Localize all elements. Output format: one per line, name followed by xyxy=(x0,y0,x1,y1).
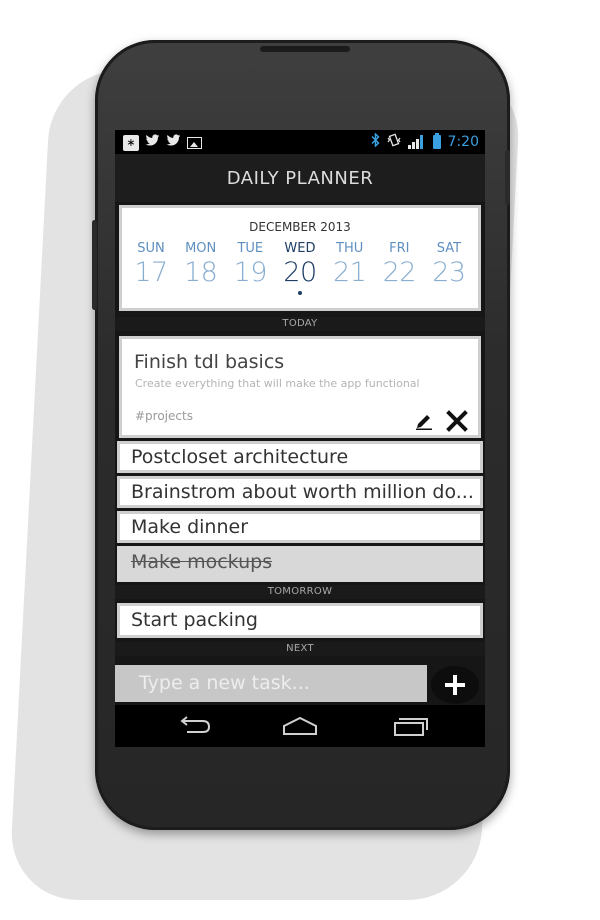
task-row[interactable]: Make dinner xyxy=(117,511,483,543)
expanded-task-card[interactable]: Finish tdl basics Create everything that… xyxy=(119,336,481,438)
bluetooth-icon xyxy=(371,132,380,151)
day-name: THU xyxy=(336,241,364,256)
battery-icon xyxy=(432,133,441,149)
day-name: WED xyxy=(284,241,316,256)
calendar-day-thu[interactable]: THU 21 xyxy=(326,241,374,295)
image-icon xyxy=(187,137,202,149)
day-date: 19 xyxy=(233,257,268,288)
section-today: TODAY xyxy=(115,317,485,331)
task-row-completed[interactable]: Make mockups xyxy=(117,546,483,582)
task-row[interactable]: Brainstrom about worth million do... xyxy=(117,476,483,508)
day-date: 18 xyxy=(183,257,218,288)
calendar-day-sat[interactable]: SAT 23 xyxy=(425,241,473,295)
twitter-icon xyxy=(166,134,181,152)
power-button xyxy=(505,150,510,205)
day-name: SUN xyxy=(137,241,165,256)
status-time: 7:20 xyxy=(447,134,479,150)
selected-day-indicator xyxy=(297,291,302,295)
day-name: FRI xyxy=(389,241,410,256)
section-next: NEXT xyxy=(115,642,485,656)
phone-speaker xyxy=(260,46,350,52)
task-description: Create everything that will make the app… xyxy=(135,377,420,390)
bluetooth-notification-icon: ∗ xyxy=(123,135,139,151)
pencil-icon[interactable] xyxy=(414,410,434,430)
phone-screen: ∗ 7:20 DAILY PLANNER DECEMBER 2013 SUN 1… xyxy=(115,130,485,747)
back-icon[interactable] xyxy=(173,715,213,737)
task-title: Finish tdl basics xyxy=(134,351,285,373)
day-date: 17 xyxy=(134,257,168,288)
new-task-input[interactable]: Type a new task... xyxy=(115,665,427,702)
home-icon[interactable] xyxy=(280,715,320,737)
close-icon[interactable] xyxy=(446,410,468,432)
plus-icon[interactable] xyxy=(431,666,479,704)
calendar-day-mon[interactable]: MON 18 xyxy=(177,241,225,295)
volume-button xyxy=(92,220,97,310)
calendar-day-tue[interactable]: TUE 19 xyxy=(226,241,274,295)
calendar-month: DECEMBER 2013 xyxy=(249,220,351,234)
recent-apps-icon[interactable] xyxy=(390,715,430,737)
twitter-icon xyxy=(145,134,160,152)
task-tag[interactable]: #projects xyxy=(135,409,193,423)
vibrate-icon xyxy=(387,133,401,151)
day-name: SAT xyxy=(436,241,462,256)
calendar-day-sun[interactable]: SUN 17 xyxy=(127,241,175,295)
day-date: 21 xyxy=(332,257,367,288)
day-date: 20 xyxy=(283,257,317,288)
task-row[interactable]: Postcloset architecture xyxy=(117,441,483,473)
system-nav-bar xyxy=(115,705,485,747)
day-name: TUE xyxy=(237,241,264,256)
section-tomorrow: TOMORROW xyxy=(115,585,485,599)
day-date: 23 xyxy=(432,257,466,288)
week-calendar: DECEMBER 2013 SUN 17 MON 18 TUE 19 WED 2… xyxy=(119,205,481,311)
task-row[interactable]: Start packing xyxy=(117,603,483,638)
signal-icon xyxy=(407,135,426,149)
calendar-day-fri[interactable]: FRI 22 xyxy=(375,241,423,295)
calendar-day-wed[interactable]: WED 20 xyxy=(276,241,324,295)
app-title: DAILY PLANNER xyxy=(115,154,485,202)
day-name: MON xyxy=(185,241,217,256)
status-bar: ∗ 7:20 xyxy=(115,130,485,154)
calendar-days: SUN 17 MON 18 TUE 19 WED 20 THU 21 FRI 2… xyxy=(127,241,473,295)
day-date: 22 xyxy=(382,257,417,288)
